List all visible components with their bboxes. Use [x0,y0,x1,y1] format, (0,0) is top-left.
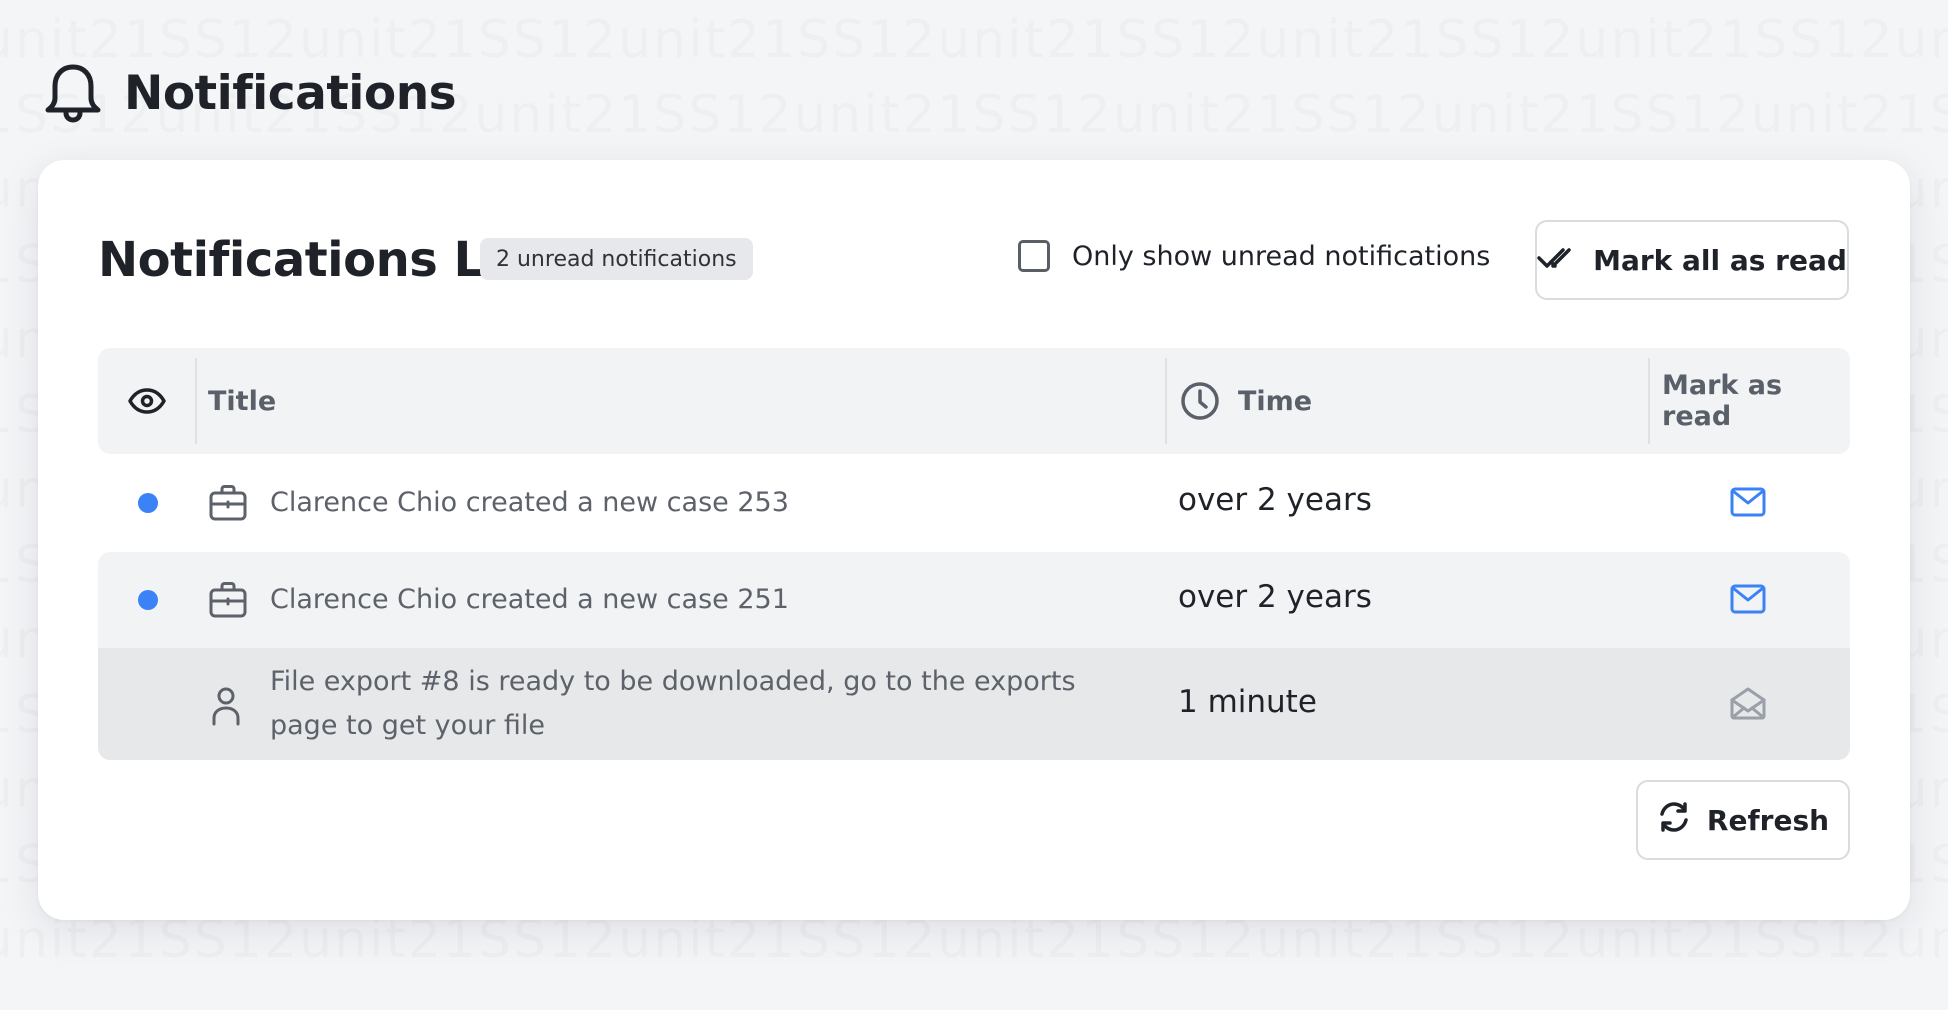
page-title: Notifications [124,65,457,121]
table-row[interactable]: File export #8 is ready to be downloaded… [98,648,1850,760]
unread-dot [138,590,158,610]
notification-title: Clarence Chio created a new case 253 [270,487,789,518]
mark-all-as-read-label: Mark all as read [1593,243,1847,277]
column-header-title[interactable]: Title [208,348,276,454]
clock-icon [1180,348,1220,454]
unread-only-checkbox[interactable] [1018,240,1050,272]
refresh-icon [1657,800,1691,841]
notification-title: Clarence Chio created a new case 251 [270,584,789,615]
column-divider [1165,358,1167,444]
page-header: Notifications [44,58,457,128]
briefcase-icon [208,581,248,623]
table-row[interactable]: Clarence Chio created a new case 251 ove… [98,552,1850,648]
mark-all-as-read-button[interactable]: Mark all as read [1535,220,1849,300]
notification-time: over 2 years [1178,482,1372,518]
user-icon [208,686,244,730]
notification-title: File export #8 is ready to be downloaded… [270,666,1076,741]
briefcase-icon [208,484,248,526]
eye-icon [128,348,166,454]
refresh-button[interactable]: Refresh [1636,780,1850,860]
bell-icon [44,61,102,125]
refresh-label: Refresh [1706,803,1830,837]
notification-time: 1 minute [1178,684,1317,720]
notifications-card: Notifications List 2 unread notification… [38,160,1910,920]
column-header-mark-as-read: Mark as read [1662,370,1783,432]
mail-closed-icon[interactable] [1730,584,1766,618]
column-header-time[interactable]: Time [1238,348,1312,454]
mail-open-icon[interactable] [1730,686,1766,724]
unread-dot [138,493,158,513]
mail-closed-icon[interactable] [1730,487,1766,521]
column-divider [195,358,197,444]
table-header: Title Time Mark as read [98,348,1850,454]
notifications-table: Title Time Mark as read Clarence Chio cr… [98,348,1850,760]
column-divider [1648,358,1650,444]
unread-only-filter[interactable]: Only show unread notifications [1018,240,1490,272]
unread-count-badge: 2 unread notifications [480,238,753,280]
table-row[interactable]: Clarence Chio created a new case 253 ove… [98,454,1850,552]
double-check-icon [1537,244,1577,277]
notification-time: over 2 years [1178,579,1372,615]
unread-only-label: Only show unread notifications [1072,240,1491,272]
